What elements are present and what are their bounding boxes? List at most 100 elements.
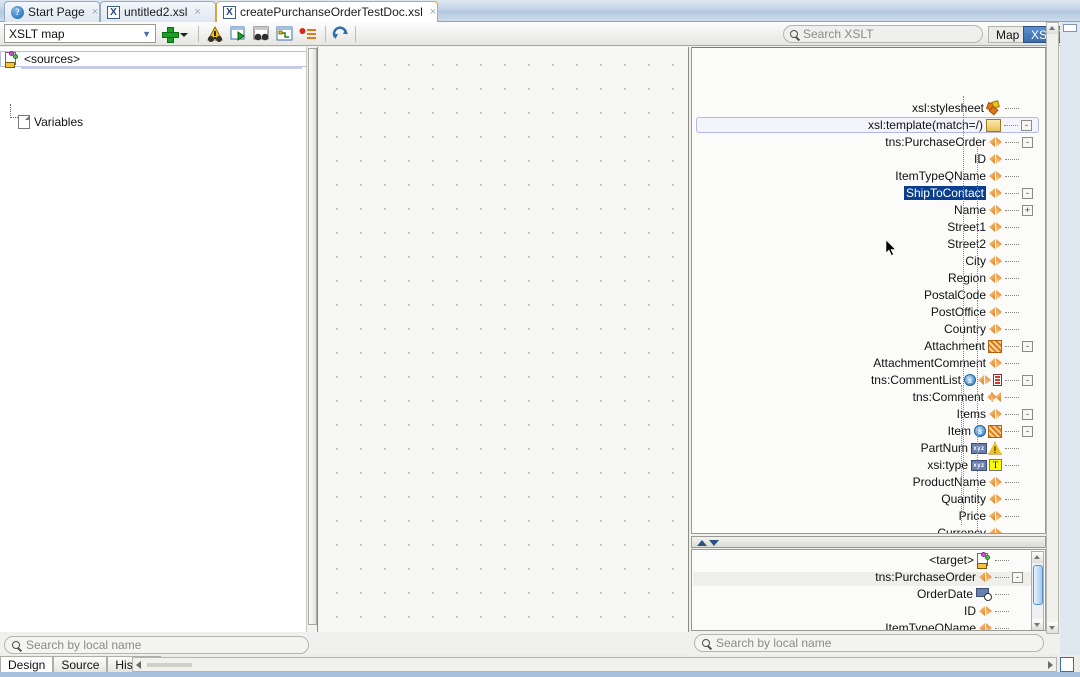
run-icon xyxy=(230,26,245,41)
tree-connector xyxy=(1005,175,1019,177)
source-tree-node[interactable]: Attachment - xyxy=(924,338,1039,354)
source-tree-node[interactable]: xsl:stylesheet xyxy=(912,100,1039,116)
source-tree-node-label: ID xyxy=(974,152,986,166)
sources-root-node[interactable]: <sources> xyxy=(0,50,307,69)
scroll-down-arrow[interactable] xyxy=(1047,622,1058,633)
help-icon: ? xyxy=(11,5,24,19)
tree-connector xyxy=(1005,430,1019,432)
horizontal-scrollbar[interactable] xyxy=(132,657,1057,672)
scroll-up-arrow[interactable] xyxy=(1047,23,1058,34)
scroll-right-arrow[interactable] xyxy=(1048,660,1053,669)
tree-expander[interactable]: - xyxy=(1022,408,1033,420)
attribute-warn-icon: xyz! xyxy=(971,441,1002,455)
refresh-button[interactable] xyxy=(331,25,350,43)
tree-expander[interactable]: - xyxy=(1022,187,1033,199)
scrollbar-thumb[interactable] xyxy=(308,48,317,625)
source-tree-node[interactable]: Street2 xyxy=(947,236,1039,252)
sources-variables-node[interactable]: Variables xyxy=(18,114,83,130)
source-tree-node[interactable]: tns:CommentList s - xyxy=(871,372,1039,388)
element-icon xyxy=(979,605,992,617)
tree-expander[interactable]: - xyxy=(1012,571,1023,583)
sources-search-input[interactable]: Search by local name xyxy=(4,636,309,654)
view-tab-design[interactable]: Design xyxy=(0,656,54,673)
source-tree-node-label: City xyxy=(965,254,986,268)
tree-expander[interactable]: + xyxy=(1022,204,1033,216)
search-icon xyxy=(790,30,798,38)
source-tree-node[interactable]: AttachmentComment xyxy=(873,355,1039,371)
close-icon[interactable]: × xyxy=(430,6,436,18)
source-tree-node[interactable]: Price xyxy=(959,508,1039,524)
map-view-toggle[interactable]: Map xyxy=(988,26,1027,43)
target-search-input[interactable]: Search by local name xyxy=(694,634,1044,652)
source-tree-node[interactable]: ProductName xyxy=(913,474,1039,490)
scroll-up-arrow[interactable] xyxy=(1032,552,1043,563)
scrollbar-thumb[interactable] xyxy=(1033,565,1043,605)
attribute-type-icon: xyz T xyxy=(971,459,1002,471)
scroll-left-arrow[interactable] xyxy=(136,660,141,669)
schema-vertical-scrollbar[interactable] xyxy=(1046,22,1059,634)
mapping-canvas[interactable] xyxy=(319,47,897,632)
tree-connector xyxy=(1005,498,1019,500)
editor-tab-0[interactable]: ? Start Page × xyxy=(4,1,100,22)
breakpoint-icon xyxy=(299,28,316,39)
tree-connector xyxy=(1004,124,1018,126)
tree-expander[interactable]: - xyxy=(1021,119,1032,131)
editor-tab-1[interactable]: Xuntitled2.xsl × xyxy=(100,1,216,22)
target-schema-tree[interactable]: <target> tns:PurchaseOrder - OrderDate ID Ite… xyxy=(691,549,1046,631)
view-tab-label: Design xyxy=(8,657,46,673)
target-vertical-scrollbar[interactable] xyxy=(1031,551,1044,630)
source-tree-node[interactable]: xsl:template(match=/) - xyxy=(696,117,1039,133)
mouse-cursor xyxy=(886,240,897,256)
panel-splitter[interactable] xyxy=(691,536,1046,548)
add-button[interactable] xyxy=(162,25,190,43)
element-icon xyxy=(989,221,1002,233)
source-tree-node[interactable]: PostOffice xyxy=(931,304,1039,320)
source-tree-node[interactable]: PartNum xyz! xyxy=(921,440,1039,456)
source-tree-node[interactable]: Items- xyxy=(957,406,1039,422)
source-tree-node[interactable]: Region xyxy=(948,270,1039,286)
element-icon xyxy=(989,323,1002,335)
source-tree-node[interactable]: PostalCode xyxy=(924,287,1039,303)
run-button[interactable] xyxy=(229,25,248,43)
tree-expander[interactable]: - xyxy=(1022,374,1033,386)
sources-icon xyxy=(5,50,20,68)
source-tree-node[interactable]: xsi:type xyz T xyxy=(927,457,1039,473)
source-tree-node[interactable]: ItemTypeQName xyxy=(895,168,1039,184)
element-icon xyxy=(989,170,1002,182)
target-tree-node[interactable]: tns:PurchaseOrder - xyxy=(875,569,1029,585)
element-icon xyxy=(979,571,992,583)
search-xslt-input[interactable]: Search XSLT xyxy=(783,25,983,43)
tree-expander[interactable]: - xyxy=(1022,425,1033,437)
source-tree-node[interactable]: Street1 xyxy=(947,219,1039,235)
source-tree-node[interactable]: Currency xyxy=(937,525,1039,533)
target-tree-node[interactable]: OrderDate xyxy=(917,586,1029,602)
target-tree-node[interactable]: ItemTypeQName xyxy=(885,620,1029,630)
tree-connector xyxy=(1005,226,1019,228)
scrollbar-thumb[interactable] xyxy=(147,663,192,667)
target-tree-node[interactable]: <target> xyxy=(929,551,1029,569)
source-tree-node[interactable]: Name + xyxy=(954,202,1039,218)
view-tab-source[interactable]: Source xyxy=(53,656,108,673)
collapse-down-icon[interactable] xyxy=(709,540,719,546)
tree-expander[interactable]: - xyxy=(1022,136,1033,148)
tree-expander[interactable]: - xyxy=(1022,340,1033,352)
close-icon[interactable]: × xyxy=(194,6,200,18)
source-tree-node[interactable]: ID xyxy=(974,151,1039,167)
source-tree-node[interactable]: Country xyxy=(944,321,1039,337)
close-icon[interactable]: × xyxy=(92,6,98,18)
source-tree-node[interactable]: tns:Comment xyxy=(913,389,1039,405)
sources-vertical-scrollbar[interactable] xyxy=(306,47,317,632)
source-schema-tree[interactable]: xsl:stylesheet xsl:template(match=/) - tns:… xyxy=(691,47,1046,534)
target-tree-node[interactable]: ID xyxy=(964,603,1029,619)
scroll-down-arrow[interactable] xyxy=(1032,619,1043,630)
properties-button[interactable] xyxy=(275,25,294,43)
xslt-map-selector[interactable]: XSLT map ▼ xyxy=(4,24,156,43)
editor-tab-2[interactable]: XcreatePurchanseOrderTestDoc.xsl × xyxy=(216,1,438,22)
test-button[interactable] xyxy=(252,25,271,43)
validate-button[interactable] xyxy=(206,25,225,43)
source-tree-node[interactable]: ShipToContact - xyxy=(903,185,1039,201)
source-tree-node[interactable]: Quantity xyxy=(941,491,1039,507)
collapse-up-icon[interactable] xyxy=(697,540,707,546)
source-tree-node-label: xsl:template(match=/) xyxy=(867,118,983,132)
breakpoint-button[interactable] xyxy=(298,25,317,43)
